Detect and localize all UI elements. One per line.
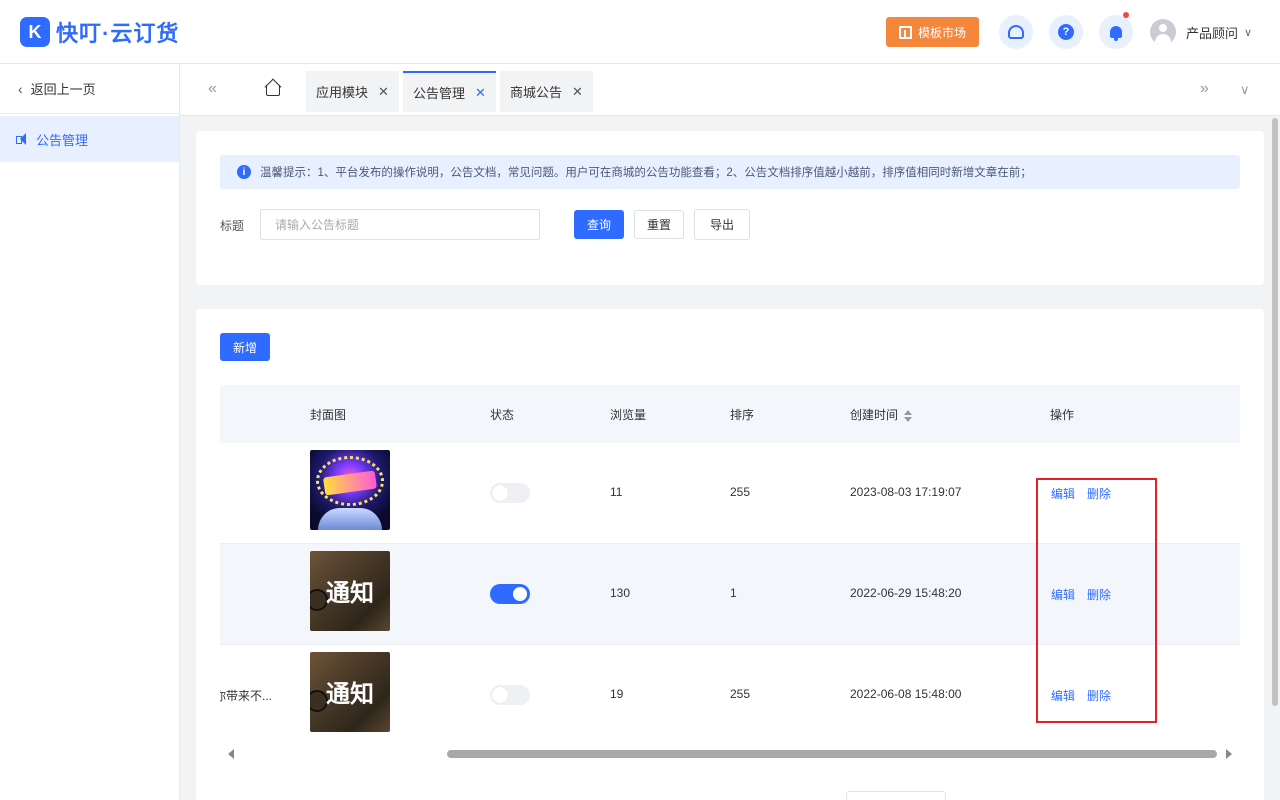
cover-text: 通知	[326, 579, 374, 607]
column-created[interactable]: 创建时间	[850, 406, 913, 423]
title-search-input[interactable]	[260, 209, 540, 240]
views-value: 11	[610, 485, 623, 499]
notifications-button[interactable]	[1099, 12, 1133, 49]
template-market-label: 模板市场	[917, 25, 966, 40]
page-vertical-scrollbar[interactable]	[1270, 116, 1280, 800]
unread-dot	[1123, 12, 1129, 18]
column-created-label: 创建时间	[850, 408, 899, 422]
tab-label: 公告管理	[413, 86, 466, 101]
cover-image: 通知	[310, 551, 390, 631]
tabs-scroll-right-icon[interactable]: »	[1200, 80, 1209, 98]
tab-app-modules[interactable]: 应用模块 ✕	[306, 71, 399, 112]
question-icon: ?	[1058, 24, 1074, 40]
sort-icon[interactable]	[904, 409, 913, 422]
scroll-right-arrow-icon[interactable]	[1226, 749, 1232, 759]
table-header: 封面图 状态 浏览量 排序 创建时间 操作	[220, 385, 1240, 443]
column-cover: 封面图	[310, 408, 347, 422]
sidebar: ‹ 返回上一页 公告管理	[0, 64, 180, 800]
tab-label: 应用模块	[316, 85, 369, 100]
close-icon[interactable]: ✕	[572, 84, 583, 100]
column-status: 状态	[490, 408, 515, 422]
tab-label: 商城公告	[510, 85, 563, 100]
customer-service-button[interactable]	[999, 15, 1033, 49]
bell-icon	[1110, 26, 1122, 41]
table-horizontal-scrollbar[interactable]	[220, 745, 1240, 763]
reset-button[interactable]: 重置	[634, 210, 684, 239]
app-title: 快叮·云订货	[56, 21, 180, 46]
headset-icon	[1008, 25, 1024, 39]
scroll-left-arrow-icon[interactable]	[228, 749, 234, 759]
status-toggle[interactable]	[490, 685, 530, 705]
sidebar-item-announcements[interactable]: 公告管理	[0, 116, 179, 162]
sort-value: 255	[730, 485, 751, 499]
filter-card: i 温馨提示：1、平台发布的操作说明，公告文档，常见问题。用户可在商城的公告功能…	[196, 131, 1264, 285]
page-size-select[interactable]	[846, 791, 946, 800]
template-icon	[898, 25, 912, 39]
created-value: 2022-06-08 15:48:00	[850, 687, 962, 701]
views-value: 130	[610, 586, 631, 600]
top-bar: K 快叮·云订货 模板市场 ? 产品顾问 ∨	[0, 0, 1280, 64]
sort-value: 1	[730, 586, 737, 600]
actions-highlight-box	[1036, 478, 1157, 723]
tabs-dropdown-icon[interactable]: ∨	[1240, 82, 1250, 98]
title-filter-label: 标题	[220, 219, 245, 233]
column-views: 浏览量	[610, 408, 647, 422]
column-actions: 操作	[1050, 408, 1075, 422]
status-toggle[interactable]	[490, 584, 530, 604]
column-sort: 排序	[730, 408, 755, 422]
sidebar-item-label: 公告管理	[36, 132, 89, 148]
tab-bar: « 应用模块 ✕ 公告管理 ✕ 商城公告 ✕ » ∨	[180, 64, 1280, 116]
sort-value: 255	[730, 687, 751, 701]
info-icon: i	[237, 165, 251, 179]
speaker-icon	[16, 133, 30, 145]
home-icon[interactable]	[264, 78, 282, 98]
query-button[interactable]: 查询	[574, 210, 624, 239]
scrollbar-thumb[interactable]	[447, 750, 1217, 758]
chevron-left-icon: ‹	[18, 80, 23, 97]
pagination	[846, 791, 946, 800]
cover-image: 通知	[310, 652, 390, 732]
back-button[interactable]: ‹ 返回上一页	[0, 64, 179, 114]
scrollbar-thumb[interactable]	[1272, 118, 1278, 706]
template-market-button[interactable]: 模板市场	[886, 17, 979, 47]
app-logo[interactable]: K 快叮·云订货	[20, 16, 179, 48]
tab-announcement-management[interactable]: 公告管理 ✕	[403, 71, 496, 112]
cover-text: 通知	[326, 680, 374, 708]
tip-text: 温馨提示：1、平台发布的操作说明，公告文档，常见问题。用户可在商城的公告功能查看…	[260, 167, 1032, 179]
logo-mark-icon: K	[20, 17, 50, 47]
chevron-down-icon: ∨	[1244, 26, 1253, 39]
views-value: 19	[610, 687, 624, 701]
tabs-scroll-left-icon[interactable]: «	[208, 80, 217, 98]
user-menu[interactable]: 产品顾问 ∨	[1150, 19, 1252, 45]
cover-image	[310, 450, 390, 530]
close-icon[interactable]: ✕	[475, 85, 486, 101]
created-value: 2023-08-03 17:19:07	[850, 485, 962, 499]
created-value: 2022-06-29 15:48:20	[850, 586, 962, 600]
export-button[interactable]: 导出	[694, 209, 750, 240]
tab-mall-announcements[interactable]: 商城公告 ✕	[500, 71, 593, 112]
close-icon[interactable]: ✕	[378, 84, 389, 100]
add-button[interactable]: 新增	[220, 333, 270, 361]
back-label: 返回上一页	[30, 82, 96, 97]
avatar	[1150, 19, 1176, 45]
status-toggle[interactable]	[490, 483, 530, 503]
user-name: 产品顾问	[1186, 25, 1239, 41]
tip-banner: i 温馨提示：1、平台发布的操作说明，公告文档，常见问题。用户可在商城的公告功能…	[220, 155, 1240, 189]
help-button[interactable]: ?	[1049, 15, 1083, 49]
title-value: 你带来不...	[220, 689, 273, 703]
